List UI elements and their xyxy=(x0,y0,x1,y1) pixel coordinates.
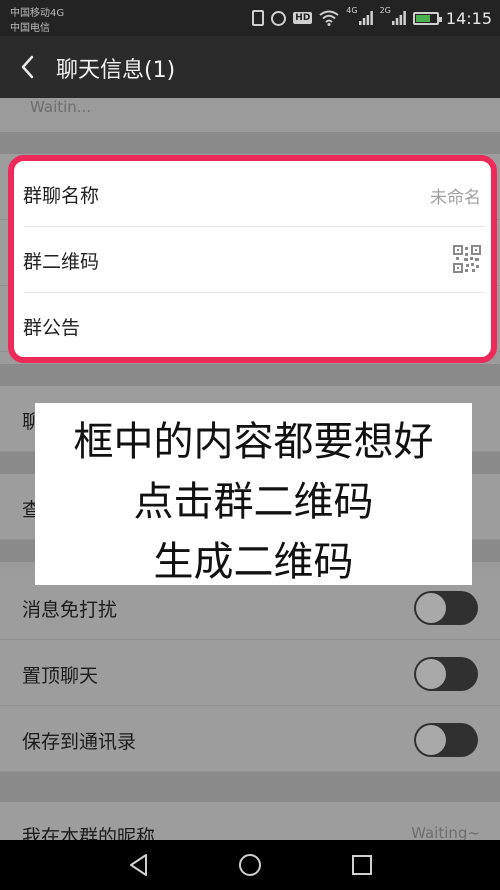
toggle-knob xyxy=(416,593,446,623)
group-name-label: 群聊名称 xyxy=(23,185,100,207)
toggle-knob xyxy=(416,725,446,755)
section-gap xyxy=(0,364,500,386)
title-bar: 聊天信息(1) xyxy=(0,36,500,98)
nav-recents-button[interactable] xyxy=(349,852,375,878)
toggle-knob xyxy=(416,659,446,689)
group-qr-row[interactable]: 群二维码 xyxy=(14,227,491,293)
battery-icon xyxy=(412,11,442,25)
save-to-contacts-toggle[interactable] xyxy=(414,723,478,757)
group-name-row[interactable]: 群聊名称 未命名 xyxy=(14,161,491,227)
nav-back-button[interactable] xyxy=(126,852,152,878)
qr-code-icon xyxy=(453,245,481,273)
nav-home-icon xyxy=(239,854,261,876)
mute-toggle[interactable] xyxy=(414,591,478,625)
toggle-row-pin[interactable]: 置顶聊天 xyxy=(0,640,500,706)
pin-chat-toggle[interactable] xyxy=(414,657,478,691)
vibrate-icon xyxy=(252,10,265,26)
toggle-label: 保存到通讯录 xyxy=(22,731,137,753)
alarm-icon xyxy=(271,10,287,26)
system-nav-bar xyxy=(0,840,500,890)
clock: 14:15 xyxy=(445,8,492,28)
status-icons: HD 4G 2G 14:15 xyxy=(252,6,492,30)
section-gap xyxy=(0,772,500,802)
signal-icon-2 xyxy=(391,11,406,25)
group-notice-label: 群公告 xyxy=(23,317,81,339)
nav-recents-icon xyxy=(352,855,372,875)
battery-level-fill xyxy=(415,14,430,22)
wifi-icon xyxy=(319,10,339,26)
status-bar: 中国移动4G 中国电信 HD 4G 2G 14:15 xyxy=(0,0,500,36)
instruction-caption: 框中的内容都要想好 点击群二维码 生成二维码 xyxy=(35,403,472,585)
highlight-card: 群聊名称 未命名 群二维码 群公告 xyxy=(8,155,497,363)
signal-icon-1 xyxy=(358,11,373,25)
toggle-label: 置顶聊天 xyxy=(22,665,99,687)
group-name-value: 未命名 xyxy=(430,188,481,208)
carrier-label-1: 中国移动4G xyxy=(10,8,65,19)
section-gap xyxy=(0,132,500,154)
caption-line-3: 生成二维码 xyxy=(153,539,354,585)
network-type-2: 2G xyxy=(379,6,391,15)
toggle-row-save-contacts[interactable]: 保存到通讯录 xyxy=(0,706,500,772)
caption-line-2: 点击群二维码 xyxy=(133,479,374,525)
group-notice-row[interactable]: 群公告 xyxy=(14,293,491,357)
back-button[interactable] xyxy=(14,51,44,83)
hd-badge: HD xyxy=(293,12,313,24)
member-nickname-partial: Waitin... xyxy=(30,98,92,116)
caption-line-1: 框中的内容都要想好 xyxy=(73,419,434,465)
nav-home-button[interactable] xyxy=(237,852,263,878)
group-qr-label: 群二维码 xyxy=(23,251,100,273)
toggle-label: 消息免打扰 xyxy=(22,599,118,621)
network-type-1: 4G xyxy=(346,6,358,15)
chevron-left-icon xyxy=(21,55,34,79)
carrier-label-2: 中国电信 xyxy=(10,23,50,34)
page-title: 聊天信息(1) xyxy=(56,58,176,83)
nav-back-icon xyxy=(130,854,147,876)
